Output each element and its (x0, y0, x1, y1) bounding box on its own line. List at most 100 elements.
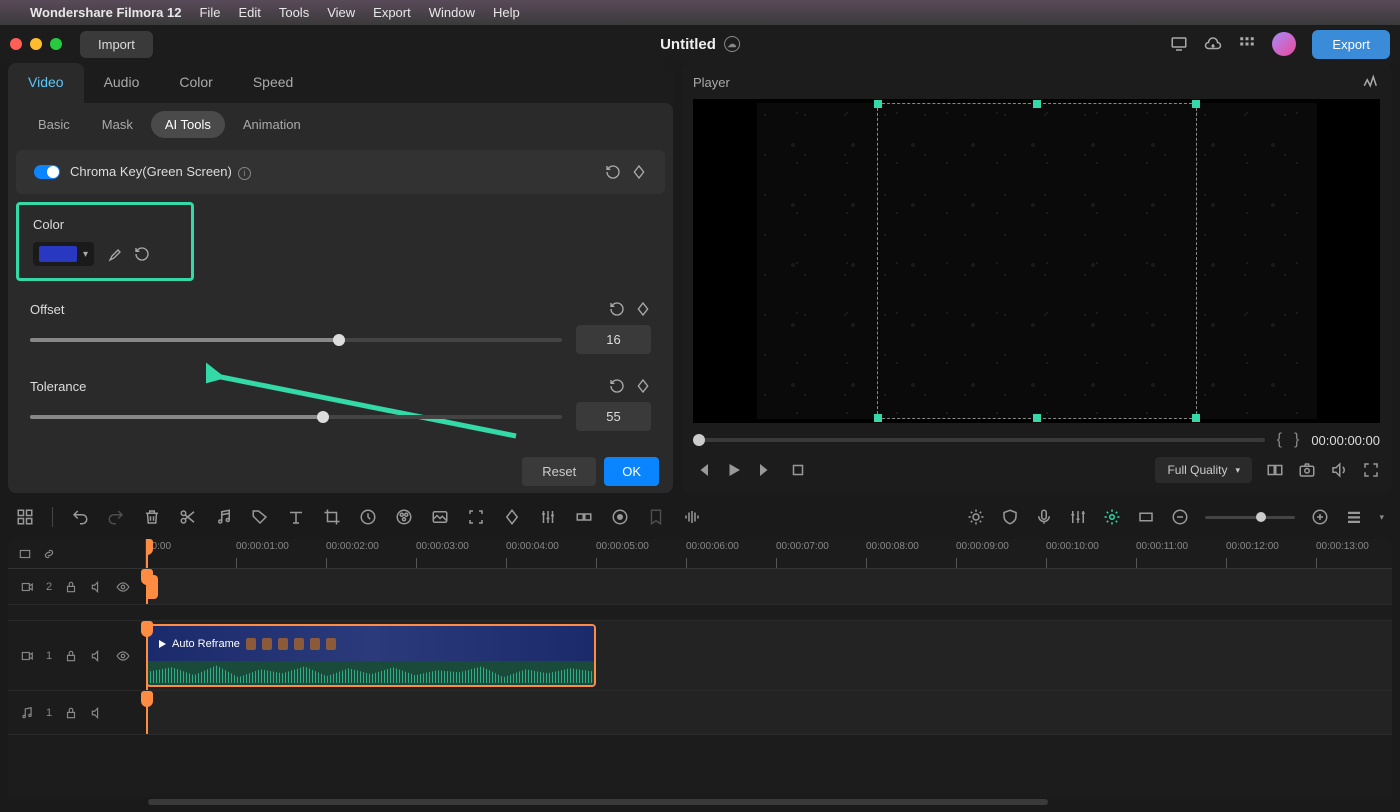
audio-levels-icon[interactable] (683, 508, 701, 526)
image-icon[interactable] (431, 508, 449, 526)
mute-icon[interactable] (90, 649, 104, 663)
focus-icon[interactable] (467, 508, 485, 526)
menu-view[interactable]: View (327, 5, 355, 20)
import-button[interactable]: Import (80, 31, 153, 58)
video-clip[interactable]: Auto Reframe (146, 624, 596, 687)
ok-button[interactable]: OK (604, 457, 659, 486)
display-icon[interactable] (1170, 35, 1188, 53)
track-body-v1[interactable]: Auto Reframe (146, 621, 1392, 690)
export-button[interactable]: Export (1312, 30, 1390, 59)
color-swatch-dropdown[interactable]: ▾ (33, 242, 94, 266)
zoom-slider[interactable] (1205, 516, 1295, 519)
keyframe-icon[interactable] (631, 164, 647, 180)
next-frame-icon[interactable] (757, 461, 775, 479)
minimize-window[interactable] (30, 38, 42, 50)
tab-video[interactable]: Video (8, 63, 84, 103)
layout-icon[interactable] (16, 508, 34, 526)
zoom-out-icon[interactable] (1171, 508, 1189, 526)
eyedropper-icon[interactable] (106, 246, 122, 262)
color-icon[interactable] (395, 508, 413, 526)
subtab-animation[interactable]: Animation (229, 111, 315, 138)
ruler[interactable]: 00:0000:00:01:0000:00:02:0000:00:03:0000… (146, 539, 1392, 568)
maximize-window[interactable] (50, 38, 62, 50)
handle-bm[interactable] (1033, 414, 1041, 422)
visibility-icon[interactable] (116, 649, 130, 663)
fullscreen-icon[interactable] (1362, 461, 1380, 479)
subtab-ai-tools[interactable]: AI Tools (151, 111, 225, 138)
offset-slider[interactable] (30, 338, 562, 342)
tolerance-reset-icon[interactable] (609, 378, 625, 394)
apps-grid-icon[interactable] (1238, 35, 1256, 53)
color-reset-icon[interactable] (134, 246, 150, 262)
menu-export[interactable]: Export (373, 5, 411, 20)
user-avatar[interactable] (1272, 32, 1296, 56)
mark-in-icon[interactable]: { (1277, 431, 1282, 449)
scopes-icon[interactable] (1362, 73, 1380, 91)
play-icon[interactable] (725, 461, 743, 479)
zoom-in-icon[interactable] (1311, 508, 1329, 526)
crop-icon[interactable] (323, 508, 341, 526)
keyframe-tb-icon[interactable] (503, 508, 521, 526)
render-icon[interactable] (1103, 508, 1121, 526)
stop-icon[interactable] (789, 461, 807, 479)
menu-help[interactable]: Help (493, 5, 520, 20)
timeline-scrollbar[interactable] (8, 797, 1392, 807)
track-body-v2[interactable] (146, 569, 1392, 604)
subtab-basic[interactable]: Basic (24, 111, 84, 138)
track-body-a1[interactable] (146, 691, 1392, 734)
marker-tb-icon[interactable] (647, 508, 665, 526)
offset-keyframe-icon[interactable] (635, 301, 651, 317)
undo-icon[interactable] (71, 508, 89, 526)
reset-icon[interactable] (605, 164, 621, 180)
offset-reset-icon[interactable] (609, 301, 625, 317)
delete-icon[interactable] (143, 508, 161, 526)
handle-bl[interactable] (874, 414, 882, 422)
close-window[interactable] (10, 38, 22, 50)
volume-icon[interactable] (1330, 461, 1348, 479)
menu-edit[interactable]: Edit (238, 5, 260, 20)
lock-icon[interactable] (64, 580, 78, 594)
aspect-icon[interactable] (1137, 508, 1155, 526)
record-icon[interactable] (611, 508, 629, 526)
split-icon[interactable] (179, 508, 197, 526)
mic-icon[interactable] (1035, 508, 1053, 526)
lock-icon[interactable] (64, 649, 78, 663)
subtab-mask[interactable]: Mask (88, 111, 147, 138)
tolerance-keyframe-icon[interactable] (635, 378, 651, 394)
speed-icon[interactable] (359, 508, 377, 526)
info-icon[interactable]: i (238, 167, 251, 180)
tolerance-slider[interactable] (30, 415, 562, 419)
mute-icon[interactable] (90, 706, 104, 720)
snapshot-icon[interactable] (1298, 461, 1316, 479)
scrubber[interactable] (693, 438, 1265, 442)
tolerance-value[interactable]: 55 (576, 402, 651, 431)
lock-icon[interactable] (64, 706, 78, 720)
shield-icon[interactable] (1001, 508, 1019, 526)
handle-tr[interactable] (1192, 100, 1200, 108)
tab-color[interactable]: Color (159, 63, 232, 103)
tag-icon[interactable] (251, 508, 269, 526)
cloud-download-icon[interactable] (1204, 35, 1222, 53)
redo-icon[interactable] (107, 508, 125, 526)
auto-icon[interactable] (967, 508, 985, 526)
prev-frame-icon[interactable] (693, 461, 711, 479)
menu-window[interactable]: Window (429, 5, 475, 20)
handle-tl[interactable] (874, 100, 882, 108)
visibility-icon[interactable] (116, 580, 130, 594)
mark-out-icon[interactable]: } (1294, 431, 1299, 449)
selection-border[interactable] (877, 103, 1197, 419)
offset-value[interactable]: 16 (576, 325, 651, 354)
quality-dropdown[interactable]: Full Quality▾ (1155, 457, 1252, 483)
group-icon[interactable] (575, 508, 593, 526)
menu-tools[interactable]: Tools (279, 5, 309, 20)
tab-audio[interactable]: Audio (84, 63, 160, 103)
menu-file[interactable]: File (199, 5, 220, 20)
viewport[interactable] (693, 99, 1380, 423)
media-icon[interactable] (18, 547, 32, 561)
music-icon[interactable] (215, 508, 233, 526)
tab-speed[interactable]: Speed (233, 63, 313, 103)
track-display-chevron-icon[interactable]: ▾ (1379, 512, 1384, 523)
compare-icon[interactable] (1266, 461, 1284, 479)
track-display-icon[interactable] (1345, 508, 1363, 526)
handle-tm[interactable] (1033, 100, 1041, 108)
